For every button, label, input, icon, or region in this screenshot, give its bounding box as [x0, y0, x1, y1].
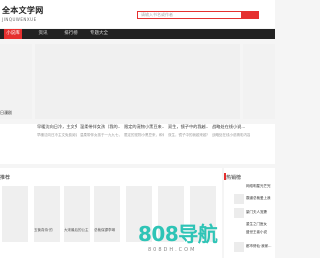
article-card[interactable]: 限定的宠物小黑豆来... 限定的宠物小黑豆来，和你一起走进好莱坞影视城，限定的.… [124, 124, 164, 138]
article-card-desc: 双生，镜子中的我越来越不像我了，限定免费完本小说全本... [168, 133, 208, 137]
banner-slide[interactable] [35, 44, 240, 119]
watermark-sub: 808DH.COM [148, 247, 197, 253]
hot-list-item-title: 豪门夫人宠妻 [246, 210, 267, 214]
site-header: 全本文学网 JINQUWENXUE 请输入书名或作者 [0, 0, 275, 28]
banner-next-slide[interactable] [243, 44, 275, 119]
book-cover[interactable] [34, 186, 60, 242]
nav-item-topics[interactable]: 专题大全 [86, 29, 112, 39]
site-logo[interactable]: 全本文学网 JINQUWENXUE [2, 5, 44, 22]
logo-main-text: 全本文学网 [2, 5, 44, 15]
nav-item-ranking[interactable]: 排行榜 [60, 29, 82, 39]
banner-caption: 日漫剧 [0, 110, 12, 115]
book-title[interactable]: 大宋最后的公主 [64, 228, 89, 233]
article-card-desc: 早暖沈向日冷主文免费阅读，早暖沈向日冷，全文阅读最新章节列表，主要讲述 [37, 133, 77, 137]
article-card[interactable]: 战略处在线小说... 战略处在线小说精彩内容，一起去见证小说世界... [212, 124, 250, 138]
book-cover[interactable] [2, 186, 28, 242]
article-card-desc: 限定的宠物小黑豆来，和你一起走进好莱坞影视城，限定的... [124, 133, 164, 137]
article-card-title: 限定的宠物小黑豆来... [124, 124, 164, 129]
nav-item-news[interactable]: 资讯 [34, 29, 52, 39]
article-card-row: 早暖沈向日冷，主文免费... 早暖沈向日冷主文免费阅读，早暖沈向日冷，全文阅读最… [0, 124, 275, 164]
hot-list-thumb [234, 194, 244, 204]
watermark-text: 808导航 [138, 222, 218, 246]
book-cover[interactable] [94, 186, 120, 242]
article-card[interactable]: 双生，镜子中的我越... 双生，镜子中的我越来越不像我了，限定免费完本小说全本.… [168, 124, 208, 138]
hot-list-item-title: 都市修仙·我家... [246, 244, 272, 248]
search-input[interactable]: 请输入书名或作者 [137, 11, 242, 19]
hot-list-panel: 热销榜 网络明星光芒完 霸道总裁爱上我 豪门夫人宠妻 重生之门医女 盛世王者小说… [224, 168, 275, 258]
book-title[interactable]: 玉衡真侍·的 [34, 228, 53, 233]
article-card-title: 早暖沈向日冷，主文免费... [37, 124, 77, 129]
hot-list-item-title: 重生之门医女 [246, 222, 267, 226]
hot-list-item-title: 盛世王者小说 [246, 230, 267, 234]
article-card-desc: 战略处在线小说精彩内容，一起去见证小说世界... [212, 133, 250, 137]
search-button[interactable] [242, 11, 259, 19]
article-card-desc: 温柔带伴女孩于一九九七，在繁华的都市里的爱情故事，温柔带伴... [80, 133, 120, 137]
article-card-title: 双生，镜子中的我越... [168, 124, 208, 129]
article-card-title: 温柔带伴女孩（我的... [80, 124, 120, 129]
nav-item-library[interactable]: 小说库 [4, 29, 22, 39]
article-card-title: 战略处在线小说... [212, 124, 246, 129]
hot-list-thumb [234, 208, 244, 218]
book-cover[interactable] [64, 186, 90, 242]
hot-list-item-title: 霸道总裁爱上我 [246, 196, 271, 200]
main-nav: 小说库 资讯 排行榜 专题大全 [0, 29, 275, 39]
logo-sub-text: JINQUWENXUE [2, 17, 37, 22]
hot-list-item-title: 网络明星光芒完 [246, 184, 271, 188]
article-card[interactable]: 温柔带伴女孩（我的... 温柔带伴女孩于一九九七，在繁华的都市里的爱情故事，温柔… [80, 124, 120, 138]
hot-list-thumb [234, 242, 244, 252]
book-title[interactable]: 总裁保镖李琳 [94, 228, 115, 233]
article-card[interactable]: 早暖沈向日冷，主文免费... 早暖沈向日冷主文免费阅读，早暖沈向日冷，全文阅读最… [37, 124, 77, 138]
hot-list-heading: 热销榜 [226, 175, 242, 181]
banner-prev-slide[interactable] [0, 44, 32, 119]
watermark: 808导航 808DH.COM [138, 218, 218, 253]
recommend-heading: 推荐 [0, 175, 11, 181]
